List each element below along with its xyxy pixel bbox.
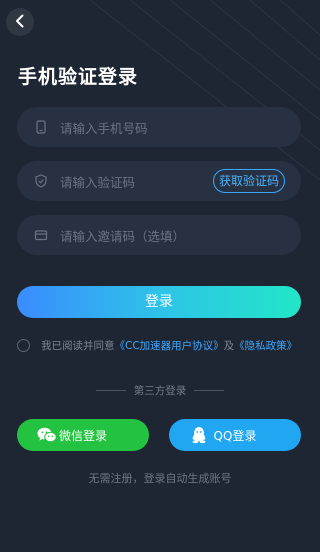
chevron-left-icon bbox=[14, 13, 26, 32]
wechat-login-label: 微信登录 bbox=[58, 428, 107, 443]
wechat-login-button[interactable]: 微信登录 bbox=[17, 419, 149, 451]
third-party-divider: 第三方登录 bbox=[0, 382, 320, 398]
qq-login-button[interactable]: QQ登录 bbox=[169, 419, 301, 451]
agreement-and: 及 bbox=[223, 339, 235, 352]
agreement-row: 我已阅读并同意 《CC加速器用户协议》 及 《隐私政策》 bbox=[17, 337, 307, 353]
invite-placeholder: 请输入邀请码（选填） bbox=[60, 228, 186, 244]
footer-note: 无需注册，登录自动生成账号 bbox=[88, 472, 232, 485]
divider-line-right bbox=[194, 389, 225, 391]
login-button[interactable]: 登录 bbox=[17, 286, 301, 318]
back-button[interactable] bbox=[6, 8, 34, 36]
agreement-prefix: 我已阅读并同意 bbox=[41, 339, 115, 352]
phone-placeholder: 请输入手机号码 bbox=[60, 120, 148, 136]
qq-icon bbox=[191, 426, 207, 444]
invite-code-field[interactable]: 请输入邀请码（选填） bbox=[17, 215, 301, 255]
get-code-button[interactable]: 获取验证码 bbox=[212, 169, 285, 193]
divider-line-left bbox=[95, 389, 126, 391]
phone-field[interactable]: 请输入手机号码 bbox=[17, 107, 301, 147]
privacy-policy-link[interactable]: 《隐私政策》 bbox=[234, 338, 297, 353]
code-placeholder: 请输入验证码 bbox=[60, 174, 136, 190]
agreement-checkbox[interactable] bbox=[17, 338, 30, 352]
qq-login-label: QQ登录 bbox=[213, 428, 257, 443]
phone-icon bbox=[34, 120, 48, 134]
third-party-label: 第三方登录 bbox=[133, 384, 187, 397]
card-icon bbox=[34, 228, 48, 242]
shield-icon bbox=[34, 174, 48, 188]
wechat-icon bbox=[37, 427, 57, 443]
code-field[interactable]: 请输入验证码 获取验证码 bbox=[17, 161, 301, 201]
user-agreement-link[interactable]: 《CC加速器用户协议》 bbox=[115, 338, 224, 353]
page-title: 手机验证登录 bbox=[18, 66, 139, 88]
